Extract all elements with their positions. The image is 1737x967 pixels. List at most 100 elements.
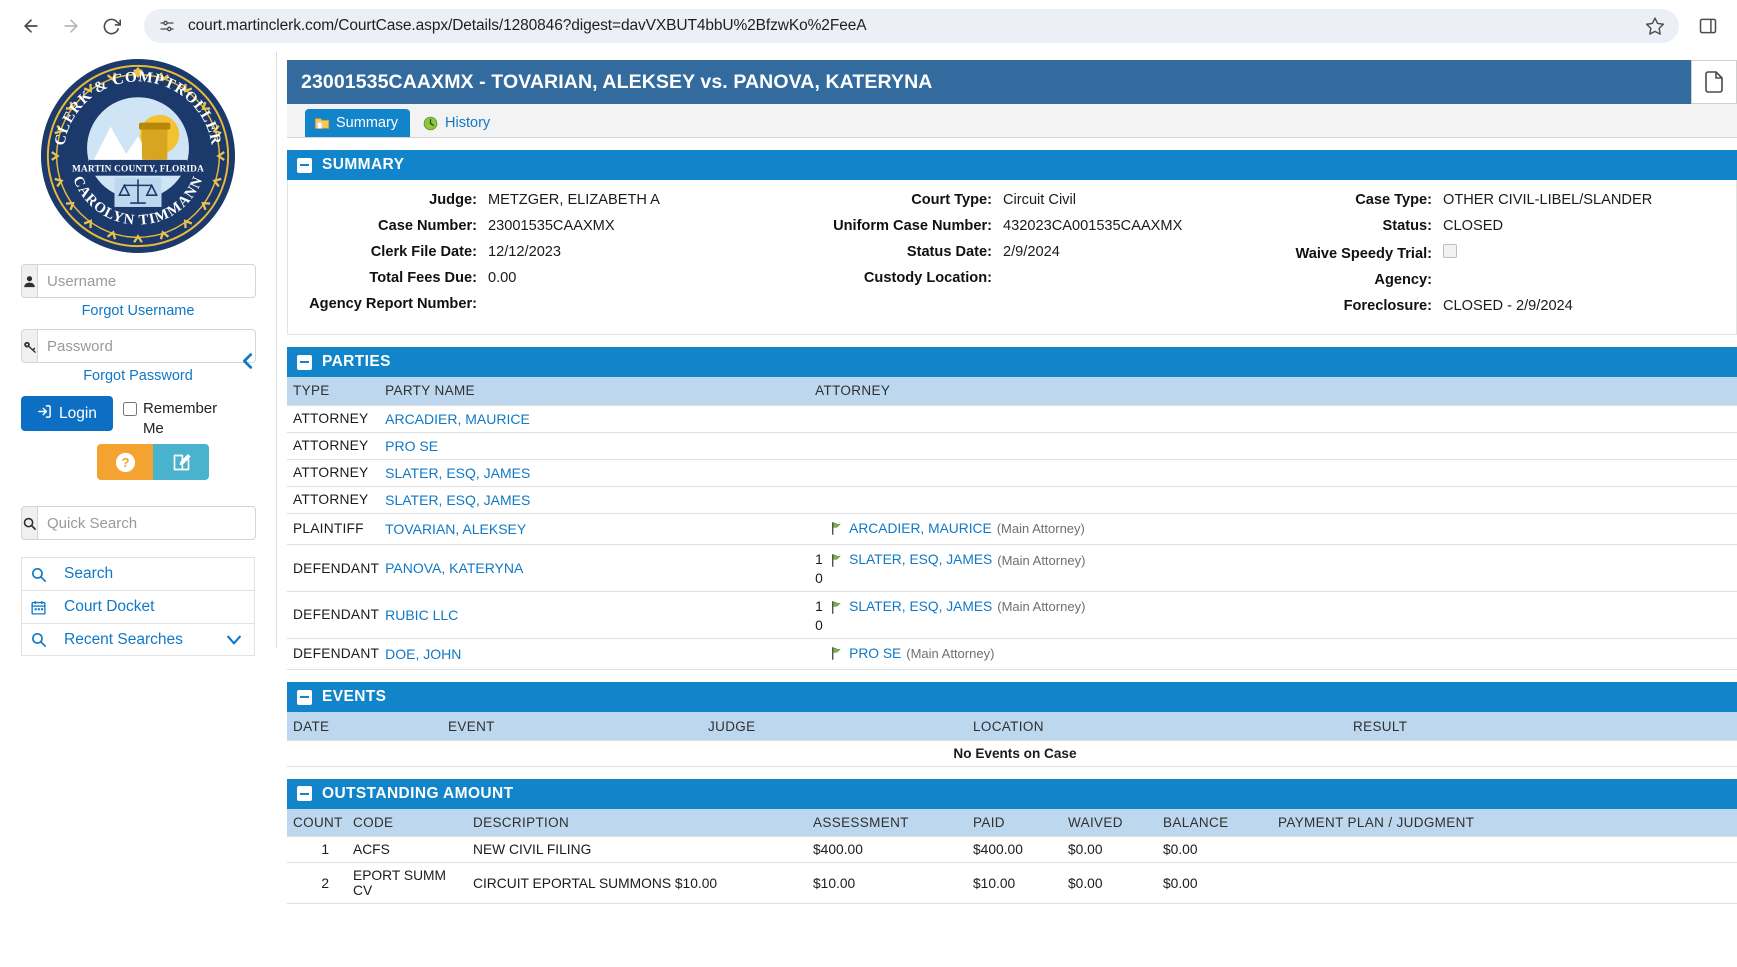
table-row: ATTORNEY SLATER, ESQ, JAMES [287,486,1737,514]
attorney-flag-icon [829,600,844,615]
row-balance: $0.00 [1157,862,1272,905]
row-waived: $0.00 [1062,836,1157,864]
password-field-group [21,329,256,363]
table-empty-row: No Events on Case [287,739,1737,767]
tab-summary[interactable]: Summary [305,109,411,137]
remember-me-checkbox[interactable] [122,402,137,416]
summary-field-case-number: Case Number: 23001535CAAXMX [288,218,748,234]
field-label: Judge: [429,192,477,208]
username-input[interactable] [37,264,256,298]
row-paid: $400.00 [967,836,1062,864]
field-value: 432023CA001535CAAXMX [1003,218,1183,234]
outstanding-panel-header[interactable]: OUTSTANDING AMOUNT [287,778,1737,809]
events-panel-header[interactable]: EVENTS [287,682,1737,713]
quick-search-input[interactable] [37,506,256,540]
summary-panel-header[interactable]: SUMMARY [287,150,1737,180]
column-header-date: DATE [287,712,442,741]
attorney-link[interactable]: SLATER, ESQ, JAMES [849,597,992,618]
party-type: DEFENDANT [287,591,380,639]
attorney-role: (Main Attorney) [997,599,1086,615]
login-button[interactable]: Login [21,396,113,431]
party-name-link[interactable]: SLATER, ESQ, JAMES [385,465,530,481]
sidebar-item-search[interactable]: Search [21,557,255,590]
bookmark-star-icon[interactable] [1645,16,1665,36]
attorney-role: (Main Attorney) [906,646,995,662]
forward-button[interactable] [54,9,88,43]
party-type: ATTORNEY [287,486,380,514]
tab-label: Summary [336,115,399,131]
table-row: ATTORNEY PRO SE [287,432,1737,460]
party-attorney-cell [809,404,1737,433]
party-attorney-cell: 1 SLATER, ESQ, JAMES (Main Attorney) 0 [809,544,1737,592]
table-row: DEFENDANT DOE, JOHN PRO SE (Main Attorne… [287,638,1737,671]
forgot-username-link[interactable]: Forgot Username [21,303,255,319]
attorney-count: 1 [815,552,823,568]
party-attorney-cell [809,432,1737,460]
summary-body: Judge: METZGER, ELIZABETH A Case Number:… [287,180,1737,335]
search-icon [21,506,37,540]
field-label: Case Type: [1355,192,1432,208]
summary-column-3: Case Type: OTHER CIVIL-LIBEL/SLANDER Sta… [1238,192,1736,314]
table-row: DEFENDANT RUBIC LLC 1 SLATER, ESQ, JAMES… [287,591,1737,639]
sidebar-collapse-toggle[interactable] [236,347,260,375]
remember-me-label: Remember Me [142,400,218,437]
collapse-icon[interactable] [297,786,312,802]
party-name-link[interactable]: PRO SE [385,438,438,454]
outstanding-heading: OUTSTANDING AMOUNT [322,784,514,802]
reload-button[interactable] [94,9,128,43]
attorney-role: (Main Attorney) [996,521,1085,537]
site-settings-icon[interactable] [158,17,176,35]
password-input[interactable] [37,329,256,363]
party-name-link[interactable]: SLATER, ESQ, JAMES [385,492,530,508]
party-name-cell: DOE, JOHN [379,638,810,671]
attorney-extra-count: 0 [815,570,823,586]
documents-button[interactable] [1691,60,1737,104]
address-bar[interactable]: court.martinclerk.com/CourtCase.aspx/Det… [144,9,1679,43]
login-row: Login Remember Me [21,396,255,438]
summary-field-waive-speedy-trial: Waive Speedy Trial: [1238,244,1736,262]
tab-history[interactable]: History [414,109,502,137]
forgot-password-link[interactable]: Forgot Password [21,368,255,384]
collapse-icon[interactable] [297,689,312,705]
column-header-attorney: ATTORNEY [809,377,1737,405]
quick-search-group [21,506,256,540]
summary-field-case-type: Case Type: OTHER CIVIL-LIBEL/SLANDER [1238,192,1736,208]
back-button[interactable] [14,9,48,43]
summary-field-status: Status: CLOSED [1238,218,1736,234]
chevron-down-icon[interactable] [224,630,254,650]
party-name-cell: SLATER, ESQ, JAMES [379,486,810,514]
party-name-link[interactable]: ARCADIER, MAURICE [385,411,530,427]
field-value: 12/12/2023 [488,244,562,260]
sidebar-item-court-docket[interactable]: Court Docket [21,590,255,623]
collapse-icon[interactable] [297,354,312,370]
waive-speedy-trial-checkbox[interactable] [1443,244,1457,258]
outstanding-table-header-row: COUNT CODE DESCRIPTION ASSESSMENT PAID W… [287,808,1737,837]
events-heading: EVENTS [322,688,387,706]
page-title: 23001535CAAXMX - TOVARIAN, ALEKSEY vs. P… [301,70,933,93]
summary-field-status-date: Status Date: 2/9/2024 [748,244,1238,260]
side-panel-icon[interactable] [1693,11,1723,41]
remember-me-group[interactable]: Remember Me [122,396,219,438]
party-name-link[interactable]: PANOVA, KATERYNA [385,560,523,576]
summary-field-agency-report-number: Agency Report Number: [288,296,748,312]
party-type: ATTORNEY [287,459,380,487]
attorney-link[interactable]: ARCADIER, MAURICE [849,519,992,540]
field-label: Agency Report Number: [309,296,477,312]
sidebar-item-recent-searches[interactable]: Recent Searches [21,623,255,656]
field-value: METZGER, ELIZABETH A [488,192,660,208]
row-waived: $0.00 [1062,862,1157,905]
party-name-link[interactable]: RUBIC LLC [385,607,458,623]
party-name-link[interactable]: DOE, JOHN [385,646,461,662]
parties-panel-header[interactable]: PARTIES [287,347,1737,377]
attorney-link[interactable]: PRO SE [849,644,901,665]
attorney-link[interactable]: SLATER, ESQ, JAMES [849,550,992,571]
row-description: CIRCUIT EPORTAL SUMMONS $10.00 [467,862,807,905]
field-value: CLOSED [1443,218,1504,234]
help-button[interactable]: ? [97,444,153,480]
party-name-link[interactable]: TOVARIAN, ALEKSEY [385,521,526,537]
column-header-waived: WAIVED [1062,808,1157,837]
sidebar-nav: Search Court Docket Recent Searches [21,557,255,656]
register-button[interactable] [153,444,209,480]
collapse-icon[interactable] [297,157,312,173]
summary-column-1: Judge: METZGER, ELIZABETH A Case Number:… [288,192,748,314]
